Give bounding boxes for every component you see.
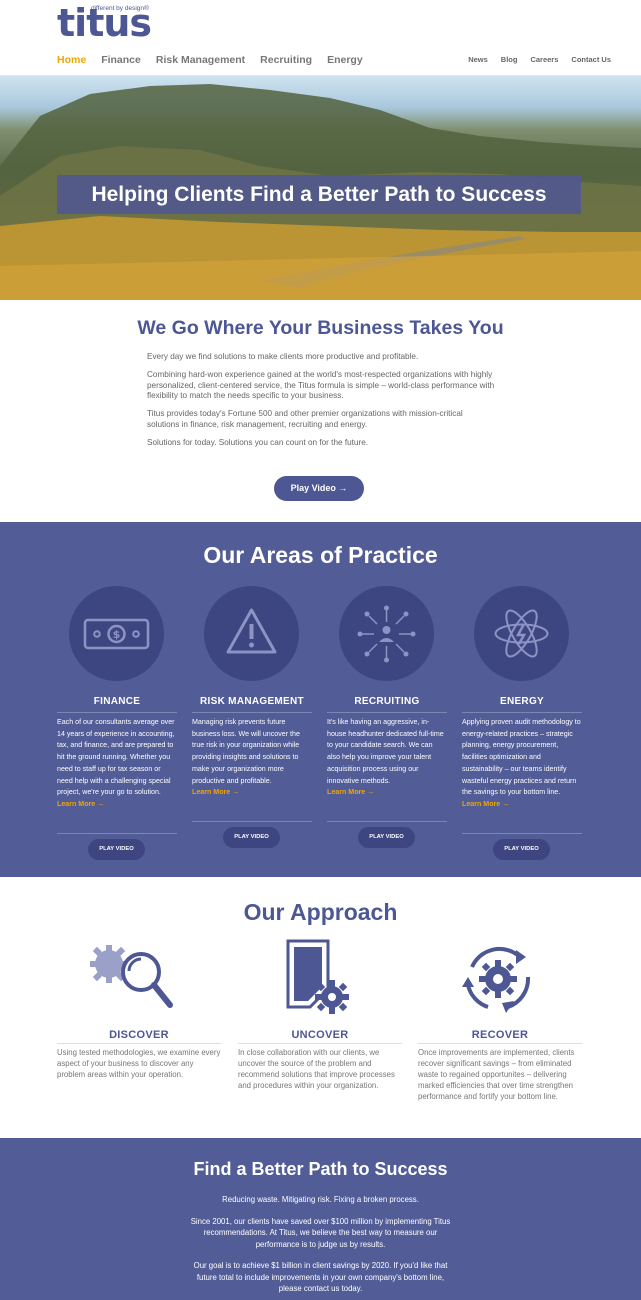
intro-heading: We Go Where Your Business Takes You: [137, 317, 504, 339]
practice-description: It's like having an aggressive, in-house…: [327, 718, 444, 797]
practice-title: RISK MANAGEMENT: [200, 696, 304, 707]
atom-icon: [474, 586, 569, 681]
svg-text:$: $: [113, 628, 121, 641]
hero-banner: Helping Clients Find a Better Path to Su…: [0, 76, 641, 300]
divider: [462, 833, 582, 834]
hero-title: Helping Clients Find a Better Path to Su…: [91, 183, 547, 206]
practice-section: Our Areas of Practice $ FINANCE Each of …: [0, 522, 641, 877]
divider: [418, 1043, 582, 1044]
better-paragraph: Reducing waste. Mitigating risk. Fixing …: [222, 1195, 419, 1204]
play-video-button-energy[interactable]: PLAY VIDEO: [493, 839, 550, 860]
better-paragraph: Our goal is to achieve $1 billion in cli…: [193, 1261, 448, 1293]
approach-description: In close collaboration with our clients,…: [238, 1048, 395, 1090]
cycle-gear-icon: [462, 946, 531, 1013]
nav-blog[interactable]: Blog: [501, 55, 518, 64]
approach-section: Our Approach DISCOVER Using tested metho…: [0, 877, 641, 1138]
practice-heading: Our Areas of Practice: [203, 542, 438, 568]
better-path-heading: Find a Better Path to Success: [193, 1159, 448, 1179]
intro-section: We Go Where Your Business Takes You Ever…: [0, 300, 641, 522]
intro-text: Every day we find solutions to make clie…: [147, 352, 497, 456]
intro-paragraph: Combining hard-won experience gained at …: [147, 369, 495, 401]
document-gear-icon: [286, 939, 349, 1014]
practice-description: Each of our consultants average over 14 …: [57, 718, 175, 808]
approach-title: RECOVER: [471, 1029, 529, 1041]
money-icon: $: [69, 586, 164, 681]
titus-logo[interactable]: titus different by design®: [57, 4, 152, 42]
learn-more-link[interactable]: Learn More →: [327, 788, 374, 796]
nav-news[interactable]: News: [468, 55, 488, 64]
approach-description: Using tested methodologies, we examine e…: [57, 1048, 221, 1079]
divider: [192, 821, 312, 822]
practice-title: RECRUITING: [354, 696, 420, 707]
nav-contact-us[interactable]: Contact Us: [571, 55, 611, 64]
learn-more-link[interactable]: Learn More →: [192, 788, 239, 796]
intro-paragraph: Solutions for today. Solutions you can c…: [147, 437, 369, 447]
practice-title: FINANCE: [93, 696, 141, 707]
divider: [238, 1043, 402, 1044]
play-video-button[interactable]: Play Video →: [274, 476, 364, 501]
approach-title: UNCOVER: [291, 1029, 349, 1041]
divider: [57, 1043, 221, 1044]
practice-title: ENERGY: [499, 696, 545, 707]
nav-finance[interactable]: Finance: [101, 54, 141, 66]
warning-icon: [204, 586, 299, 681]
play-video-button-risk[interactable]: PLAY VIDEO: [223, 827, 280, 848]
practice-description: Managing risk prevents future business l…: [192, 718, 300, 797]
divider: [57, 712, 177, 713]
play-video-button-recruiting[interactable]: PLAY VIDEO: [358, 827, 415, 848]
divider: [57, 833, 177, 834]
main-nav: Home Finance Risk Management Recruiting …: [57, 54, 363, 66]
approach-heading: Our Approach: [243, 899, 398, 925]
better-path-section: Find a Better Path to Success Reducing w…: [0, 1138, 641, 1300]
utility-nav: News Blog Careers Contact Us: [468, 55, 611, 64]
network-icon: [339, 586, 434, 681]
magnifier-gear-icon: [90, 945, 173, 1008]
site-header: titus different by design® Home Finance …: [0, 0, 641, 76]
practice-description: Applying proven audit methodology to ene…: [462, 718, 581, 808]
nav-risk-management[interactable]: Risk Management: [156, 54, 245, 66]
divider: [327, 821, 447, 822]
better-paragraph: Since 2001, our clients have saved over …: [190, 1216, 451, 1249]
nav-recruiting[interactable]: Recruiting: [260, 54, 312, 66]
better-path-text: Reducing waste. Mitigating risk. Fixing …: [190, 1194, 451, 1300]
intro-paragraph: Titus provides today's Fortune 500 and o…: [147, 409, 463, 429]
nav-careers[interactable]: Careers: [530, 55, 558, 64]
nav-home[interactable]: Home: [57, 54, 86, 66]
divider: [462, 712, 582, 713]
learn-more-link[interactable]: Learn More →: [462, 800, 509, 808]
nav-energy[interactable]: Energy: [327, 54, 363, 66]
logo-tagline: different by design®: [91, 5, 149, 12]
learn-more-link[interactable]: Learn More →: [57, 800, 104, 808]
approach-title: DISCOVER: [109, 1029, 169, 1041]
approach-description: Once improvements are implemented, clien…: [418, 1048, 575, 1101]
divider: [327, 712, 447, 713]
intro-paragraph: Every day we find solutions to make clie…: [147, 352, 419, 361]
play-video-button-finance[interactable]: PLAY VIDEO: [88, 839, 145, 860]
divider: [192, 712, 312, 713]
